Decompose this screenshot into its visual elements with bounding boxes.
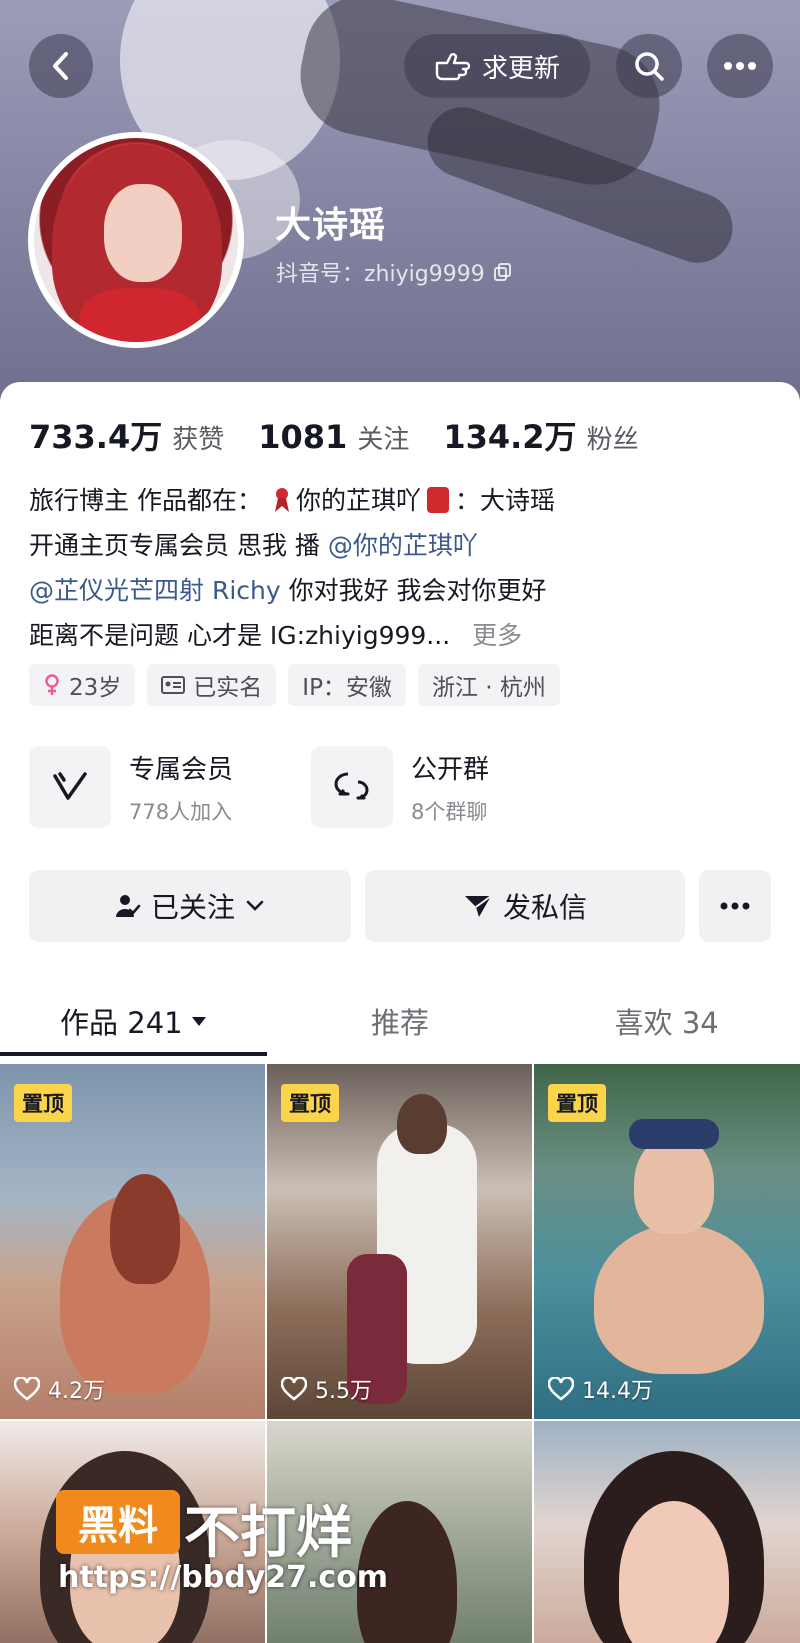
douyin-id-text: 抖音号：zhiyig9999 (276, 262, 485, 287)
request-update-button[interactable]: 求更新 (404, 34, 590, 98)
followed-button[interactable]: 已关注 (29, 870, 351, 942)
tag-ip: IP：安徽 (288, 664, 406, 706)
user-check-icon (115, 895, 141, 917)
female-icon (45, 674, 59, 695)
profile-bio: 旅行博主 作品都在： 你的芷琪吖 ：大诗瑶 开通主页专属会员 思我 播 @你的芷琪吖… (29, 478, 769, 658)
profile-tags: 23岁 已实名 IP：安徽 浙江 · 杭州 (29, 664, 560, 706)
caret-down-icon (191, 1017, 206, 1026)
stat-likes[interactable]: 733.4万 获赞 (29, 412, 224, 458)
video-likes: 14.4万 (548, 1373, 653, 1405)
send-message-button[interactable]: 发私信 (365, 870, 685, 942)
video-thumbnail[interactable]: 置顶 5.5万 (267, 1064, 532, 1419)
paper-plane-icon (464, 895, 492, 917)
mention-link[interactable]: @你的芷琪吖 (328, 531, 478, 560)
public-group[interactable]: 公开群 8个群聊 (311, 746, 593, 828)
stats-row: 733.4万 获赞 1081 关注 134.2万 粉丝 (29, 412, 639, 458)
request-update-label: 求更新 (481, 53, 560, 84)
tab-liked[interactable]: 喜欢 34 (533, 986, 800, 1056)
chevron-left-icon (53, 52, 68, 80)
membership-v-icon (29, 746, 111, 828)
copy-icon[interactable] (493, 262, 513, 282)
bio-line-1: 旅行博主 作品都在： 你的芷琪吖 ：大诗瑶 (29, 486, 555, 515)
ellipsis-icon (724, 62, 756, 70)
heart-icon (14, 1377, 40, 1401)
video-likes: 5.5万 (281, 1373, 372, 1405)
bio-more-link[interactable]: 更多 (472, 621, 522, 650)
video-thumbnail[interactable]: 置顶 14.4万 (534, 1064, 800, 1419)
watermark-url: https://bbdy27.com (58, 1560, 389, 1595)
tab-recommended[interactable]: 推荐 (267, 986, 534, 1056)
tag-age: 23岁 (29, 664, 136, 706)
pinned-badge: 置顶 (281, 1084, 339, 1122)
book-icon (426, 487, 449, 513)
pinned-badge: 置顶 (548, 1084, 606, 1122)
bio-line-2: 开通主页专属会员 思我 播 @你的芷琪吖 (29, 531, 478, 560)
douyin-id[interactable]: 抖音号：zhiyig9999 (276, 256, 513, 288)
video-thumbnail[interactable]: 置顶 4.2万 (0, 1064, 265, 1419)
tag-verified: 已实名 (147, 664, 277, 706)
profile-name: 大诗瑶 (275, 205, 387, 246)
video-thumbnail[interactable] (534, 1421, 800, 1643)
stat-following[interactable]: 1081 关注 (258, 418, 409, 456)
bio-line-3: @芷仪光芒四射 Richy 你对我好 我会对你更好 (29, 576, 547, 605)
content-tabs: 作品 241 推荐 喜欢 34 (0, 986, 800, 1056)
bio-line-4: 距离不是问题 心才是 IG:zhiyig999... 更多 (29, 621, 523, 650)
feature-row: 专属会员 778人加入 公开群 8个群聊 (29, 746, 593, 828)
search-icon (635, 52, 664, 81)
action-row: 已关注 发私信 (29, 870, 771, 942)
back-button[interactable] (29, 34, 93, 98)
more-options-button[interactable] (707, 34, 773, 98)
stat-followers[interactable]: 134.2万 粉丝 (443, 412, 638, 458)
chat-bubbles-icon (311, 746, 393, 828)
heart-icon (548, 1377, 574, 1401)
heart-icon (281, 1377, 307, 1401)
ellipsis-icon (720, 902, 750, 910)
mention-link[interactable]: @芷仪光芒四射 Richy (29, 576, 281, 605)
id-card-icon (161, 676, 186, 694)
pinned-badge: 置顶 (14, 1084, 72, 1122)
tab-works[interactable]: 作品 241 (0, 986, 267, 1056)
avatar[interactable] (28, 132, 244, 348)
tag-location: 浙江 · 杭州 (417, 664, 560, 706)
watermark-badge: 黑料 (56, 1490, 180, 1554)
chevron-down-icon (246, 900, 264, 911)
watermark: 黑料 不打烊 https://bbdy27.com (56, 1490, 416, 1610)
watermark-text: 不打烊 (184, 1501, 352, 1566)
video-likes: 4.2万 (14, 1373, 105, 1405)
ribbon-icon (274, 488, 289, 512)
search-button[interactable] (616, 34, 682, 98)
exclusive-membership[interactable]: 专属会员 778人加入 (29, 746, 311, 828)
more-actions-button[interactable] (699, 870, 771, 942)
hand-point-icon (435, 53, 470, 81)
